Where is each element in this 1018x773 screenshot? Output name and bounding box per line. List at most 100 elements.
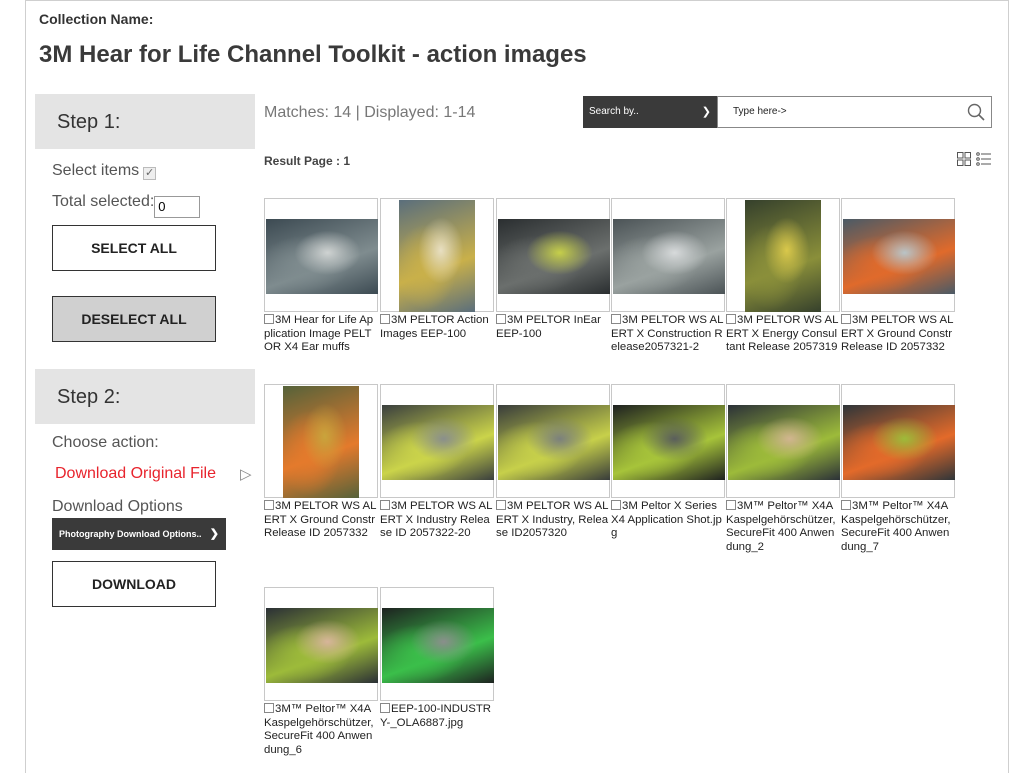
thumbnail-image[interactable] xyxy=(613,219,725,294)
select-items: Select items ✓ xyxy=(52,162,157,180)
search-input[interactable]: Type here-> xyxy=(717,96,992,128)
list-view-icon[interactable] xyxy=(976,152,991,166)
item-caption: 3M PELTOR WS ALERT X Energy Consultant R… xyxy=(726,314,840,355)
select-items-label: Select items xyxy=(52,162,140,179)
item-caption-text: EEP-100-INDUSTRY-_OLA6887.jpg xyxy=(380,703,492,729)
item-caption: 3M™ Peltor™ X4A Kaspelgehörschützer, Sec… xyxy=(726,500,840,554)
result-page-label: Result Page : xyxy=(264,154,341,168)
thumbnail-image[interactable] xyxy=(283,386,359,498)
item-caption: 3M™ Peltor™ X4A Kaspelgehörschützer, Sec… xyxy=(841,500,955,554)
item-caption-text: 3M PELTOR InEar EEP-100 xyxy=(496,314,601,340)
item-caption-text: 3M™ Peltor™ X4A Kaspelgehörschützer, Sec… xyxy=(264,703,374,756)
thumbnail-frame[interactable] xyxy=(380,587,494,701)
thumbnail-frame[interactable] xyxy=(264,198,378,312)
result-page: Result Page : 1 xyxy=(264,154,350,168)
item-checkbox[interactable] xyxy=(496,314,506,324)
item-caption: 3M PELTOR WS ALERT X Industry, Release I… xyxy=(496,500,610,541)
select-all-button[interactable]: SELECT ALL xyxy=(52,225,216,271)
item-checkbox[interactable] xyxy=(380,500,390,510)
item-caption: 3M PELTOR WS ALERT X Construction Releas… xyxy=(611,314,725,355)
step1-header: Step 1: xyxy=(35,94,255,149)
search-placeholder: Type here-> xyxy=(733,106,787,117)
item-caption-text: 3M PELTOR WS ALERT X Ground Constr Relea… xyxy=(264,500,377,539)
thumbnail-image[interactable] xyxy=(498,405,610,480)
thumbnail-frame[interactable] xyxy=(611,384,725,498)
item-caption-text: 3M Hear for Life Application Image PELTO… xyxy=(264,314,374,353)
thumbnail-frame[interactable] xyxy=(496,198,610,312)
item-checkbox[interactable] xyxy=(380,314,390,324)
step2-label: Step 2: xyxy=(57,386,121,408)
thumbnail-frame[interactable] xyxy=(380,198,494,312)
thumbnail-frame[interactable] xyxy=(726,384,840,498)
item-checkbox[interactable] xyxy=(496,500,506,510)
matches-count: Matches: 14 | Displayed: 1-14 xyxy=(264,104,476,121)
step1-label: Step 1: xyxy=(57,111,121,133)
thumbnail-image[interactable] xyxy=(745,200,821,312)
total-selected-input[interactable]: 0 xyxy=(154,196,201,218)
item-caption: 3M Hear for Life Application Image PELTO… xyxy=(264,314,378,355)
item-caption-text: 3M™ Peltor™ X4A Kaspelgehörschützer, Sec… xyxy=(726,500,836,553)
search-by-select[interactable]: Search by.. ❯ xyxy=(583,96,717,128)
item-checkbox[interactable] xyxy=(726,314,736,324)
item-caption: EEP-100-INDUSTRY-_OLA6887.jpg xyxy=(380,703,494,730)
download-button[interactable]: DOWNLOAD xyxy=(52,561,216,607)
thumbnail-frame[interactable] xyxy=(726,198,840,312)
select-items-checkbox[interactable]: ✓ xyxy=(143,167,157,180)
item-caption-text: 3M PELTOR WS ALERT X Industry Release ID… xyxy=(380,500,493,539)
item-caption-text: 3M PELTOR WS ALERT X Ground Constr Relea… xyxy=(841,314,954,353)
thumbnail-image[interactable] xyxy=(266,608,378,683)
thumbnail-frame[interactable] xyxy=(496,384,610,498)
item-caption-text: 3M PELTOR Action Images EEP-100 xyxy=(380,314,489,340)
thumbnail-frame[interactable] xyxy=(841,384,955,498)
step2-header: Step 2: xyxy=(35,369,255,424)
item-caption-text: 3M PELTOR WS ALERT X Construction Releas… xyxy=(611,314,724,353)
item-caption: 3M PELTOR Action Images EEP-100 xyxy=(380,314,494,341)
item-caption-text: 3M PELTOR WS ALERT X Energy Consultant R… xyxy=(726,314,839,353)
download-options-label: Download Options xyxy=(52,498,183,515)
thumbnail-image[interactable] xyxy=(728,405,840,480)
item-caption: 3M PELTOR WS ALERT X Ground Constr Relea… xyxy=(841,314,955,355)
thumbnail-frame[interactable] xyxy=(611,198,725,312)
thumbnail-frame[interactable] xyxy=(380,384,494,498)
search-icon[interactable] xyxy=(967,103,985,121)
thumbnail-image[interactable] xyxy=(613,405,725,480)
thumbnail-image[interactable] xyxy=(399,200,475,312)
item-checkbox[interactable] xyxy=(611,314,621,324)
item-checkbox[interactable] xyxy=(841,314,851,324)
deselect-all-button[interactable]: DESELECT ALL xyxy=(52,296,216,342)
item-caption-text: 3M Peltor X Series X4 Application Shot.j… xyxy=(611,500,722,539)
chevron-down-icon: ❯ xyxy=(701,106,711,118)
item-checkbox[interactable] xyxy=(264,703,274,713)
collection-title: 3M Hear for Life Channel Toolkit - actio… xyxy=(39,41,587,68)
thumbnail-image[interactable] xyxy=(382,405,494,480)
item-caption: 3M PELTOR WS ALERT X Industry Release ID… xyxy=(380,500,494,541)
collection-label: Collection Name: xyxy=(39,11,154,27)
thumbnail-image[interactable] xyxy=(843,219,955,294)
thumbnail-image[interactable] xyxy=(843,405,955,480)
item-caption: 3M PELTOR InEar EEP-100 xyxy=(496,314,610,341)
total-selected-label: Total selected: xyxy=(52,193,155,210)
item-checkbox[interactable] xyxy=(380,703,390,713)
item-caption: 3M PELTOR WS ALERT X Ground Constr Relea… xyxy=(264,500,378,541)
grid-view-icon[interactable] xyxy=(957,152,971,166)
play-arrow-icon[interactable]: ▷ xyxy=(240,465,252,483)
thumbnail-image[interactable] xyxy=(382,608,494,683)
download-original-link[interactable]: Download Original File xyxy=(55,465,216,483)
item-checkbox[interactable] xyxy=(611,500,621,510)
item-checkbox[interactable] xyxy=(841,500,851,510)
item-caption-text: 3M PELTOR WS ALERT X Industry, Release I… xyxy=(496,500,609,539)
item-caption: 3M Peltor X Series X4 Application Shot.j… xyxy=(611,500,725,541)
thumbnail-image[interactable] xyxy=(498,219,610,294)
item-checkbox[interactable] xyxy=(726,500,736,510)
total-selected: Total selected: 0 xyxy=(52,193,201,218)
download-options-select[interactable]: Photography Download Options.. ❯ xyxy=(52,518,226,550)
item-checkbox[interactable] xyxy=(264,314,274,324)
item-checkbox[interactable] xyxy=(264,500,274,510)
thumbnail-frame[interactable] xyxy=(264,587,378,701)
chevron-down-icon: ❯ xyxy=(209,528,219,540)
thumbnail-image[interactable] xyxy=(266,219,378,294)
result-page-number[interactable]: 1 xyxy=(343,154,350,168)
choose-action-label: Choose action: xyxy=(52,434,159,451)
thumbnail-frame[interactable] xyxy=(841,198,955,312)
thumbnail-frame[interactable] xyxy=(264,384,378,498)
